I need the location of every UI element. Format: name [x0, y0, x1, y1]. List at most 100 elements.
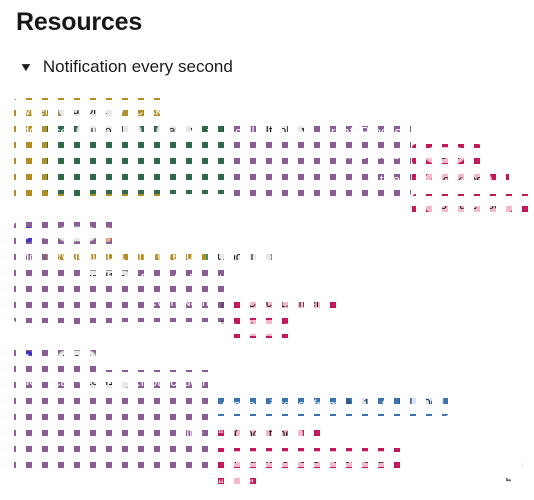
- block-set-button1-text[interactable]: set Button1 ▼ . Text ▼ to: [47, 120, 233, 199]
- arg-socket[interactable]: [221, 295, 227, 308]
- string-value[interactable]: Notification every 1 second: [228, 450, 391, 467]
- value-socket[interactable]: [222, 124, 225, 138]
- eval-header: evaluate but ignore result: [47, 246, 207, 265]
- chevron-down-icon[interactable]: ▼: [19, 61, 34, 73]
- call-label: call: [54, 373, 74, 389]
- string-block[interactable]: “ clock ”: [412, 144, 483, 165]
- getter-dropdown-clock1[interactable]: Clock1 ▼: [211, 249, 273, 265]
- block-when-button1-click[interactable]: when Button1 ▼ .Click do set Button1 ▼ .…: [14, 98, 532, 215]
- section-title: Notification every second: [42, 57, 233, 76]
- do-label: do: [22, 373, 37, 388]
- gear-icon[interactable]: [21, 350, 32, 366]
- arg-socket[interactable]: [208, 426, 214, 439]
- component-dropdown-itool1[interactable]: Itool1 ▼: [259, 123, 314, 139]
- text-block-procedure-value[interactable]: “ timer ”: [228, 317, 298, 338]
- arg-socket[interactable]: [221, 320, 227, 333]
- chevron-down-icon[interactable]: ▼: [119, 270, 126, 286]
- statement-notch: [69, 193, 86, 199]
- block-procedure-timer[interactable]: to timer do call Itool1 ▼ .Notification …: [14, 346, 449, 493]
- procedure-name-field[interactable]: timer: [56, 350, 97, 366]
- close-quote-icon: ”: [394, 451, 401, 466]
- component-dropdown-itool1[interactable]: Itool1 ▼: [78, 373, 133, 389]
- text-block-eventname-value[interactable]: “ Clock1.Timer ”: [228, 292, 344, 313]
- from-socket[interactable]: [345, 397, 352, 411]
- arg-socket[interactable]: [405, 198, 411, 211]
- arg-label: id: [192, 398, 203, 414]
- to-value-input[interactable]: 100: [410, 396, 444, 412]
- string-block[interactable]: “ Clock timer ”: [215, 423, 320, 444]
- block-procedure-clock[interactable]: to clock x do evaluate but ignore result: [14, 222, 344, 338]
- section-header[interactable]: ▼ Notification every second: [19, 57, 233, 77]
- component-dropdown-button1[interactable]: Button1 ▼: [58, 102, 125, 118]
- arg-label: eventName: [149, 294, 216, 309]
- block-call-itool1-createprocess[interactable]: call Itool1 ▼ .CreateProcess procedure t…: [228, 120, 411, 212]
- eval-block-body[interactable]: evaluate but ignore result: [47, 246, 207, 268]
- chevron-down-icon[interactable]: ▼: [189, 123, 196, 139]
- chevron-down-icon[interactable]: ▼: [300, 123, 307, 139]
- string-value[interactable]: clock: [425, 146, 466, 163]
- event-name: .Click: [130, 102, 162, 118]
- block-call-itool1-notification[interactable]: call Itool1 ▼ .Notification id title tex…: [47, 370, 214, 490]
- string-block[interactable]: “ ”: [215, 473, 261, 493]
- string-block[interactable]: “ timer ”: [228, 317, 298, 338]
- block-random-integer[interactable]: random integer from 1 to 100: [215, 392, 449, 416]
- call-header: call Itool1 ▼ .RegisterEvent: [47, 268, 227, 289]
- to-socket[interactable]: [398, 397, 405, 411]
- eval-label: evaluate but ignore result: [54, 248, 200, 263]
- close-icon[interactable]: x: [104, 226, 111, 242]
- call-block-body[interactable]: call Itool1 ▼ .CreateProcess procedure t…: [228, 120, 411, 212]
- arg-socket[interactable]: [405, 173, 411, 186]
- property-dropdown-text[interactable]: Text ▼: [156, 123, 202, 139]
- close-quote-icon: ”: [248, 476, 254, 491]
- chevron-down-icon[interactable]: ▼: [129, 123, 136, 139]
- string-value[interactable]: Clock timer: [228, 425, 303, 442]
- string-block[interactable]: “ How are you? ”: [412, 194, 532, 215]
- arg-socket[interactable]: [208, 476, 214, 489]
- arg-socket[interactable]: [208, 399, 214, 413]
- procedure-name-field[interactable]: clock: [56, 226, 98, 242]
- chevron-down-icon[interactable]: ▼: [259, 249, 266, 265]
- string-block[interactable]: “ Clock test ”: [412, 169, 509, 190]
- call-block-body[interactable]: call Itool1 ▼ .RegisterEvent eventName p…: [47, 268, 227, 334]
- text-block-text-value[interactable]: “ Notification every 1 second ”: [215, 448, 408, 469]
- call-label: call: [235, 123, 255, 139]
- from-value-input[interactable]: 1: [357, 396, 377, 412]
- open-quote-icon: “: [218, 451, 224, 466]
- open-quote-icon: “: [415, 147, 421, 162]
- string-value[interactable]: How are you?: [425, 196, 515, 213]
- arg-label: subtitle: [358, 197, 400, 212]
- text-block-title-value[interactable]: “ Clock test ”: [412, 169, 509, 190]
- text-block-sound-value[interactable]: “ ”: [215, 473, 261, 493]
- string-value[interactable]: Clock1.Timer: [241, 294, 327, 311]
- arg-socket[interactable]: [405, 148, 411, 161]
- gear-icon[interactable]: [21, 226, 32, 242]
- call-label: call: [54, 270, 74, 286]
- setter-block-body[interactable]: set Button1 ▼ . Text ▼ to: [47, 120, 233, 199]
- string-block[interactable]: “ Notification every 1 second ”: [215, 448, 408, 469]
- block-call-itool1-registerevent[interactable]: call Itool1 ▼ .RegisterEvent eventName p…: [47, 268, 227, 334]
- string-value[interactable]: [228, 475, 244, 492]
- text-block-subtitle-value[interactable]: “ How are you? ”: [412, 194, 532, 215]
- arg-label: sound: [167, 475, 203, 490]
- method-name: .RegisterEvent: [137, 270, 223, 286]
- text-block-title-value[interactable]: “ Clock timer ”: [215, 423, 320, 444]
- chevron-down-icon[interactable]: ▼: [111, 102, 118, 118]
- statement-notch: [69, 321, 86, 327]
- arg-label: title: [182, 425, 203, 440]
- block-evaluate-but-ignore-result[interactable]: evaluate but ignore result: [47, 246, 207, 268]
- string-block[interactable]: “ Clock1.Timer ”: [228, 292, 344, 313]
- blocks-canvas[interactable]: when Button1 ▼ .Click do set Button1 ▼ .…: [14, 98, 534, 493]
- string-value[interactable]: timer: [241, 319, 281, 336]
- arg-socket[interactable]: [208, 451, 214, 464]
- chevron-down-icon[interactable]: ▼: [119, 373, 126, 389]
- call-block-body[interactable]: call Itool1 ▼ .Notification id title tex…: [47, 370, 214, 490]
- string-value[interactable]: Clock test: [425, 171, 492, 188]
- getter-block-body[interactable]: Clock1 ▼: [206, 247, 279, 267]
- math-block-body[interactable]: random integer from 1 to 100: [215, 392, 449, 416]
- component-dropdown-button1[interactable]: Button1 ▼: [76, 123, 143, 139]
- close-quote-icon: ”: [495, 172, 502, 187]
- expand-arrows-icon[interactable]: [502, 461, 524, 483]
- text-block-procedure-value[interactable]: “ clock ”: [412, 144, 483, 165]
- block-clock1-getter[interactable]: Clock1 ▼: [206, 247, 279, 267]
- component-dropdown-itool1[interactable]: Itool1 ▼: [78, 270, 133, 286]
